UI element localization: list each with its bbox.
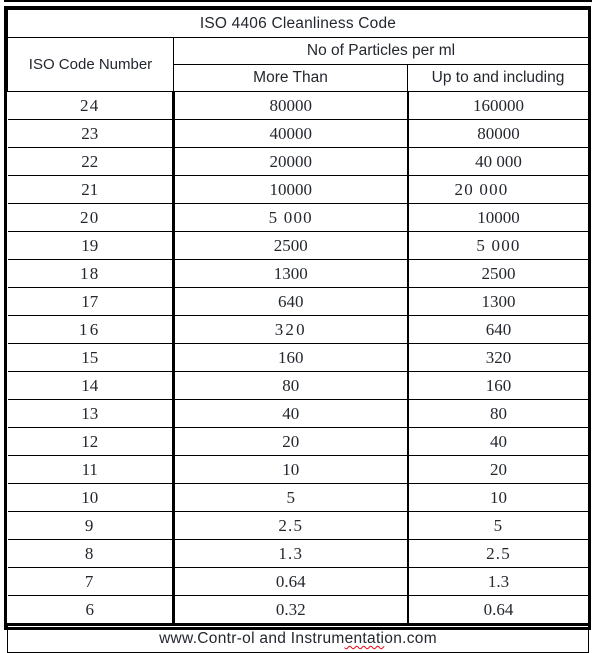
cell-up-to: 5 000 bbox=[407, 231, 589, 260]
table-row: 19 2500 5 000 bbox=[7, 231, 589, 260]
cell-iso-code: 23 bbox=[7, 119, 175, 148]
cell-more-than: 1.3 bbox=[173, 539, 409, 568]
table-body: ISO 4406 Cleanliness Code ISO Code Numbe… bbox=[7, 9, 589, 653]
cell-up-to: 2.5 bbox=[407, 539, 589, 568]
cell-up-to: 0.64 bbox=[407, 595, 589, 626]
table-frame: ISO 4406 Cleanliness Code ISO Code Numbe… bbox=[4, 6, 591, 653]
url-suffix-text: on.com bbox=[384, 630, 437, 647]
table-row: 22 20000 40 000 bbox=[7, 147, 589, 176]
cell-up-to: 20 000 bbox=[407, 175, 589, 204]
cell-more-than: 80000 bbox=[173, 91, 409, 120]
cell-more-than: 20 bbox=[173, 427, 409, 456]
cell-up-to: 10000 bbox=[407, 203, 589, 232]
cell-up-to: 80 bbox=[407, 399, 589, 428]
cell-more-than: 20000 bbox=[173, 147, 409, 176]
table-row: 20 5 000 10000 bbox=[7, 203, 589, 232]
table-row: 17 640 1300 bbox=[7, 287, 589, 316]
cell-more-than: 10000 bbox=[173, 175, 409, 204]
table-row: 14 80 160 bbox=[7, 371, 589, 400]
table-row: 18 1300 2500 bbox=[7, 259, 589, 288]
cell-more-than: 0.32 bbox=[173, 595, 409, 626]
url-misspelled-text: entati bbox=[344, 630, 385, 647]
cell-more-than: 2500 bbox=[173, 231, 409, 260]
cell-up-to: 1300 bbox=[407, 287, 589, 316]
cell-iso-code: 16 bbox=[7, 315, 175, 344]
table-row: 16 320 640 bbox=[7, 315, 589, 344]
table-row: 21 10000 20 000 bbox=[7, 175, 589, 204]
cell-iso-code: 12 bbox=[7, 427, 175, 456]
iso-4406-table-page: ISO 4406 Cleanliness Code ISO Code Numbe… bbox=[0, 0, 595, 653]
table-row: 8 1.3 2.5 bbox=[7, 539, 589, 568]
cell-up-to: 2500 bbox=[407, 259, 589, 288]
cell-up-to: 20 bbox=[407, 455, 589, 484]
cell-more-than: 2.5 bbox=[173, 511, 409, 540]
cell-up-to: 5 bbox=[407, 511, 589, 540]
cell-more-than: 5 bbox=[173, 483, 409, 512]
cell-iso-code: 20 bbox=[7, 203, 175, 232]
cell-iso-code: 10 bbox=[7, 483, 175, 512]
cell-more-than: 0.64 bbox=[173, 567, 409, 596]
header-particles-per-ml: No of Particles per ml bbox=[173, 37, 589, 65]
cell-iso-code: 6 bbox=[7, 595, 175, 626]
cell-more-than: 10 bbox=[173, 455, 409, 484]
table-row: 6 0.32 0.64 bbox=[7, 595, 589, 626]
cell-iso-code: 19 bbox=[7, 231, 175, 260]
cell-more-than: 40000 bbox=[173, 119, 409, 148]
header-row-group: ISO Code Number No of Particles per ml bbox=[7, 37, 589, 92]
site-url-footer: www.Contr-ol and Instrumentation.com bbox=[7, 624, 589, 653]
table-row: 24 80000 160000 bbox=[7, 91, 589, 120]
cell-more-than: 1300 bbox=[173, 259, 409, 288]
top-hairline-divider bbox=[4, 0, 592, 2]
table-row: 12 20 40 bbox=[7, 427, 589, 456]
cell-more-than: 160 bbox=[173, 343, 409, 372]
cell-iso-code: 11 bbox=[7, 455, 175, 484]
table-row: 13 40 80 bbox=[7, 399, 589, 428]
cell-more-than: 40 bbox=[173, 399, 409, 428]
cell-up-to: 640 bbox=[407, 315, 589, 344]
cell-iso-code: 15 bbox=[7, 343, 175, 372]
cell-up-to: 80000 bbox=[407, 119, 589, 148]
page-title: ISO 4406 Cleanliness Code bbox=[7, 9, 589, 38]
cell-iso-code: 8 bbox=[7, 539, 175, 568]
cell-iso-code: 22 bbox=[7, 147, 175, 176]
iso-cleanliness-table: ISO 4406 Cleanliness Code ISO Code Numbe… bbox=[7, 9, 589, 653]
header-more-than: More Than bbox=[173, 64, 408, 92]
table-row: 9 2.5 5 bbox=[7, 511, 589, 540]
cell-iso-code: 24 bbox=[7, 91, 175, 120]
cell-iso-code: 9 bbox=[7, 511, 175, 540]
url-prefix-text: www.Contr-ol and Instrum bbox=[159, 630, 345, 647]
cell-up-to: 1.3 bbox=[407, 567, 589, 596]
cell-iso-code: 7 bbox=[7, 567, 175, 596]
cell-more-than: 320 bbox=[173, 315, 409, 344]
cell-iso-code: 18 bbox=[7, 259, 175, 288]
cell-up-to: 320 bbox=[407, 343, 589, 372]
cell-up-to: 160000 bbox=[407, 91, 589, 120]
cell-up-to: 10 bbox=[407, 483, 589, 512]
cell-more-than: 80 bbox=[173, 371, 409, 400]
cell-iso-code: 17 bbox=[7, 287, 175, 316]
header-up-to-and-including: Up to and including bbox=[407, 64, 589, 92]
table-row: 7 0.64 1.3 bbox=[7, 567, 589, 596]
table-row: 11 10 20 bbox=[7, 455, 589, 484]
cell-iso-code: 13 bbox=[7, 399, 175, 428]
cell-more-than: 5 000 bbox=[173, 203, 409, 232]
header-iso-code-number: ISO Code Number bbox=[7, 37, 174, 92]
cell-up-to: 160 bbox=[407, 371, 589, 400]
cell-up-to: 40 000 bbox=[407, 147, 589, 176]
table-row: 23 40000 80000 bbox=[7, 119, 589, 148]
footer-row: www.Contr-ol and Instrumentation.com bbox=[7, 624, 589, 653]
cell-iso-code: 21 bbox=[7, 175, 175, 204]
table-row: 10 5 10 bbox=[7, 483, 589, 512]
title-row: ISO 4406 Cleanliness Code bbox=[7, 9, 589, 38]
cell-up-to: 40 bbox=[407, 427, 589, 456]
cell-iso-code: 14 bbox=[7, 371, 175, 400]
table-row: 15 160 320 bbox=[7, 343, 589, 372]
cell-more-than: 640 bbox=[173, 287, 409, 316]
